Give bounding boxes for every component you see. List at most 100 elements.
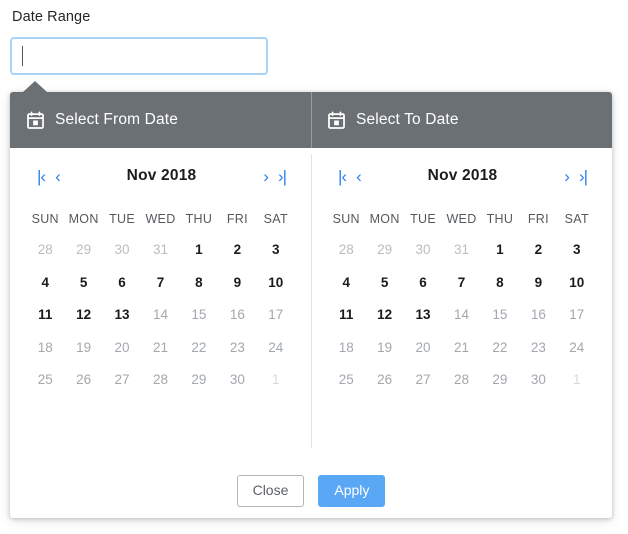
day-cell: 20 [404,332,442,365]
calendar-icon [327,111,346,130]
day-cell: 15 [481,299,519,332]
day-cell: 28 [327,234,365,267]
day-cell: 28 [26,234,64,267]
day-cell[interactable]: 4 [26,267,64,300]
day-cell[interactable]: 9 [218,267,256,300]
day-cell: 27 [404,364,442,397]
weekday-label: MON [64,204,102,234]
day-cell[interactable]: 11 [26,299,64,332]
day-cell: 30 [404,234,442,267]
day-cell: 24 [558,332,596,365]
day-cell: 23 [218,332,256,365]
weekday-label: SAT [558,204,596,234]
weekday-label: THU [180,204,218,234]
day-cell[interactable]: 1 [180,234,218,267]
day-cell: 22 [481,332,519,365]
day-cell: 27 [103,364,141,397]
day-cell: 30 [103,234,141,267]
day-cell: 29 [481,364,519,397]
to-day-grid[interactable]: 2829303112345678910111213141516171819202… [325,234,598,397]
day-cell: 14 [442,299,480,332]
day-cell[interactable]: 2 [519,234,557,267]
last-month-icon[interactable]: ›| [273,165,291,188]
day-cell: 23 [519,332,557,365]
day-cell: 19 [365,332,403,365]
first-month-icon[interactable]: |‹ [333,165,351,188]
next-month-icon[interactable]: › [559,165,574,188]
date-range-label: Date Range [12,8,90,26]
day-cell: 20 [103,332,141,365]
date-range-popover: Select From Date Select To Date |‹ ‹ [10,92,612,518]
from-calendar-nav: |‹ ‹ Nov 2018 › ›| [24,148,297,204]
next-month-icon[interactable]: › [258,165,273,188]
weekday-label: SUN [26,204,64,234]
last-month-icon[interactable]: ›| [574,165,592,188]
from-weekday-header: SUNMONTUEWEDTHUFRISAT [24,204,297,234]
day-cell[interactable]: 13 [404,299,442,332]
day-cell[interactable]: 6 [103,267,141,300]
prev-month-icon[interactable]: ‹ [351,165,366,188]
day-cell[interactable]: 9 [519,267,557,300]
day-cell[interactable]: 4 [327,267,365,300]
day-cell[interactable]: 1 [481,234,519,267]
to-date-calendar: |‹ ‹ Nov 2018 › ›| SUNMONTUEWEDTHUFRISAT… [311,148,612,464]
day-cell: 22 [180,332,218,365]
text-caret [22,46,23,66]
day-cell: 18 [327,332,365,365]
day-cell[interactable]: 5 [64,267,102,300]
calendars-container: |‹ ‹ Nov 2018 › ›| SUNMONTUEWEDTHUFRISAT… [10,148,612,464]
weekday-label: FRI [519,204,557,234]
from-date-calendar: |‹ ‹ Nov 2018 › ›| SUNMONTUEWEDTHUFRISAT… [10,148,311,464]
first-month-icon[interactable]: |‹ [32,165,50,188]
day-cell[interactable]: 8 [481,267,519,300]
popover-pointer-arrow [23,81,47,92]
to-date-header-title: Select To Date [356,111,459,129]
apply-button[interactable]: Apply [318,475,385,506]
day-cell: 31 [141,234,179,267]
date-range-input[interactable] [10,37,268,75]
weekday-label: SAT [257,204,295,234]
day-cell[interactable]: 12 [64,299,102,332]
day-cell[interactable]: 5 [365,267,403,300]
day-cell[interactable]: 12 [365,299,403,332]
day-cell: 1 [257,364,295,397]
close-button[interactable]: Close [237,475,305,506]
day-cell: 30 [218,364,256,397]
from-day-grid[interactable]: 2829303112345678910111213141516171819202… [24,234,297,397]
date-range-picker-screen: Date Range Select From Date [0,0,628,534]
date-range-input-wrapper [10,37,268,75]
day-cell: 25 [327,364,365,397]
day-cell: 17 [558,299,596,332]
prev-month-icon[interactable]: ‹ [50,165,65,188]
day-cell[interactable]: 10 [558,267,596,300]
day-cell: 14 [141,299,179,332]
weekday-label: FRI [218,204,256,234]
weekday-label: MON [365,204,403,234]
day-cell[interactable]: 3 [257,234,295,267]
day-cell[interactable]: 7 [141,267,179,300]
from-date-header-title: Select From Date [55,111,178,129]
day-cell: 26 [64,364,102,397]
weekday-label: TUE [404,204,442,234]
day-cell: 24 [257,332,295,365]
day-cell[interactable]: 13 [103,299,141,332]
weekday-label: WED [442,204,480,234]
day-cell[interactable]: 8 [180,267,218,300]
day-cell[interactable]: 10 [257,267,295,300]
from-month-title: Nov 2018 [127,167,197,185]
day-cell: 21 [442,332,480,365]
day-cell[interactable]: 11 [327,299,365,332]
day-cell[interactable]: 3 [558,234,596,267]
shortcut-links: Last WeekTwo Weeks Ago [10,518,612,534]
day-cell: 29 [64,234,102,267]
day-cell: 1 [558,364,596,397]
weekday-label: TUE [103,204,141,234]
day-cell[interactable]: 2 [218,234,256,267]
day-cell[interactable]: 6 [404,267,442,300]
day-cell[interactable]: 7 [442,267,480,300]
day-cell: 17 [257,299,295,332]
day-cell: 19 [64,332,102,365]
to-weekday-header: SUNMONTUEWEDTHUFRISAT [325,204,598,234]
weekday-label: THU [481,204,519,234]
weekday-label: WED [141,204,179,234]
